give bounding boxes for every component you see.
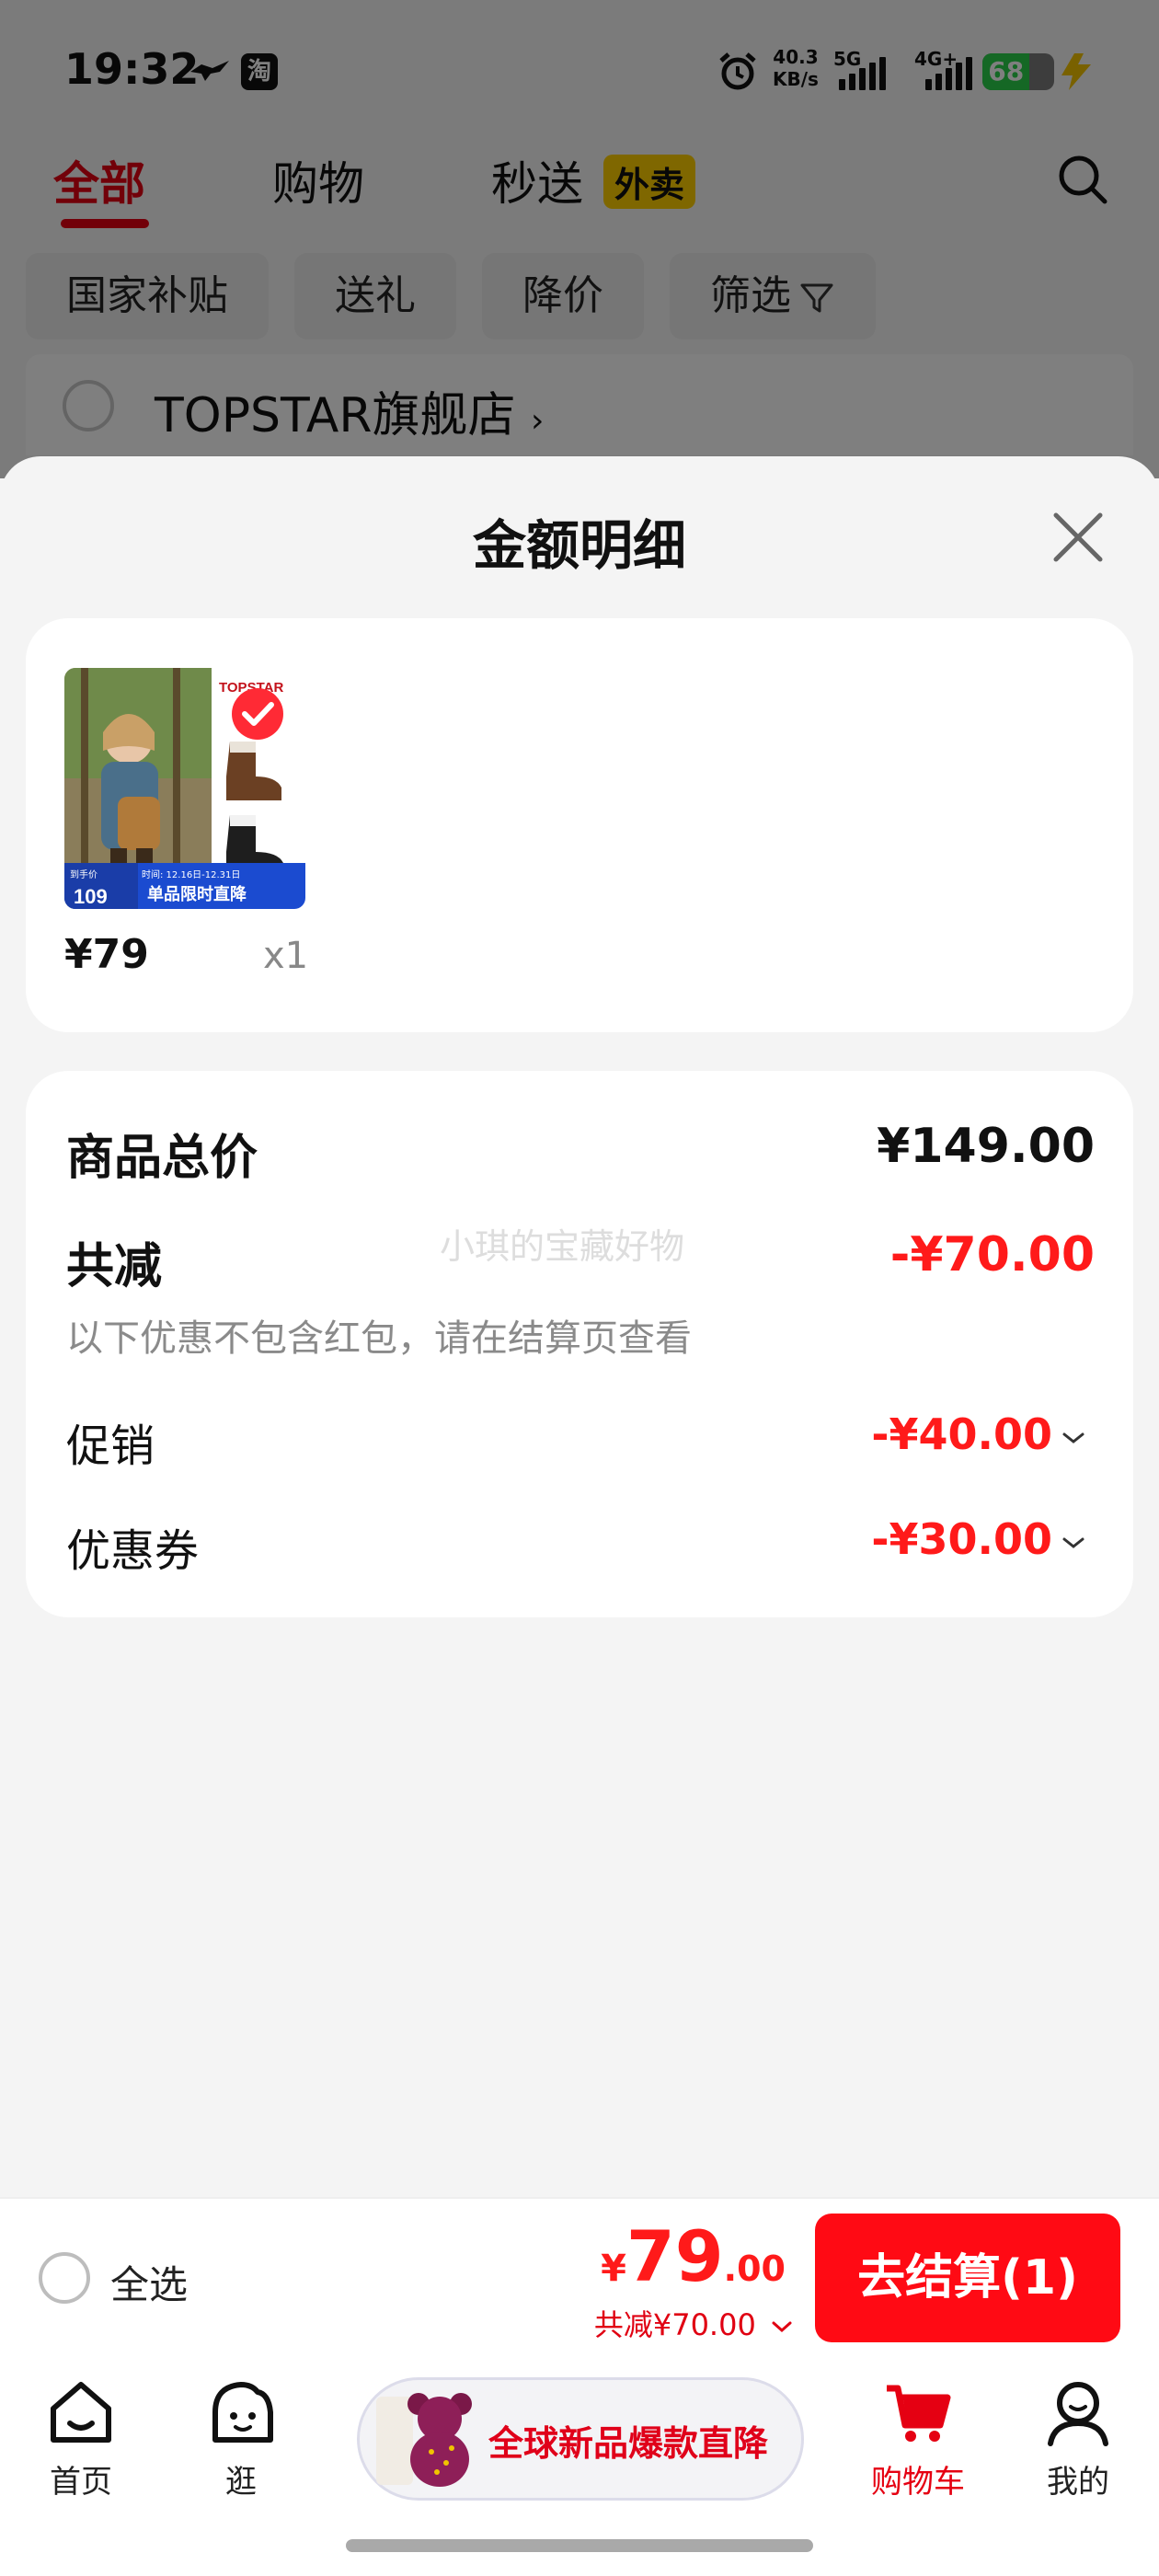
svg-text:109: 109: [74, 885, 108, 908]
chevron-down-icon: [1062, 1432, 1084, 1443]
close-icon[interactable]: [1045, 504, 1111, 570]
sheet-title: 金额明细: [472, 514, 686, 577]
saved-amount-toggle[interactable]: 共减¥70.00: [594, 2302, 793, 2344]
tab-home[interactable]: 首页: [17, 2375, 145, 2501]
price-detail-sheet: 金额明细 TOPSTAR 到手价 109 时间: 12.16日-12.31日 单…: [0, 456, 1159, 2197]
discount-label: 共减: [66, 1239, 163, 1294]
coupon-row-toggle[interactable]: -¥30.00: [871, 1514, 1085, 1564]
price-breakdown-card: 小琪的宝藏好物 商品总价 ¥149.00 共减 -¥70.00 以下优惠不包含红…: [26, 1071, 1133, 1617]
tab-cart-label: 购物车: [871, 2464, 965, 2501]
total-price-value: ¥149.00: [877, 1119, 1095, 1174]
browse-face-icon: [212, 2382, 273, 2443]
product-thumbnail[interactable]: TOPSTAR 到手价 109 时间: 12.16日-12.31日 单品限时直降: [64, 668, 305, 909]
user-icon: [1048, 2382, 1108, 2446]
dim-overlay[interactable]: [0, 0, 1159, 478]
svg-text:时间: 12.16日-12.31日: 时间: 12.16日-12.31日: [142, 868, 240, 880]
cart-icon: [887, 2385, 951, 2442]
teddy-bear-icon: [376, 2393, 472, 2487]
coupon-value: -¥30.00: [871, 1514, 1052, 1564]
tab-mine[interactable]: 我的: [1014, 2375, 1142, 2501]
checkout-button[interactable]: 去结算(1): [815, 2214, 1120, 2342]
promo-banner[interactable]: 全球新品爆款直降: [357, 2377, 804, 2501]
total-price-label: 商品总价: [66, 1131, 258, 1186]
item-card: TOPSTAR 到手价 109 时间: 12.16日-12.31日 单品限时直降…: [26, 618, 1133, 1032]
tab-mine-label: 我的: [1047, 2464, 1109, 2501]
coupon-label: 优惠券: [66, 1525, 200, 1577]
home-indicator: [346, 2539, 813, 2552]
bottom-tab-bar: 首页 逛 全球新品爆款直降 购物车 我的: [0, 2359, 1159, 2576]
chevron-down-icon: [1062, 1537, 1084, 1548]
promotion-label: 促销: [66, 1420, 155, 1472]
item-price: ¥79: [64, 931, 149, 978]
chevron-down-icon: [772, 2321, 792, 2333]
total-amount: ¥79.00: [601, 2215, 786, 2297]
tab-browse[interactable]: 逛: [177, 2375, 305, 2501]
saved-amount: 共减¥70.00: [593, 2307, 756, 2342]
item-quantity: x1: [263, 935, 309, 977]
background-page: 19:32 淘 40.3KB/s 5G 4G+ 68 全部 购物 秒送 外卖 国…: [0, 0, 1159, 478]
svg-text:到手价: 到手价: [70, 868, 98, 880]
tab-home-label: 首页: [50, 2464, 112, 2501]
promotion-row-toggle[interactable]: -¥40.00: [871, 1409, 1085, 1459]
home-icon: [51, 2382, 111, 2443]
select-all-label[interactable]: 全选: [110, 2254, 188, 2310]
promotion-value: -¥40.00: [871, 1409, 1052, 1459]
product-image: TOPSTAR 到手价 109 时间: 12.16日-12.31日 单品限时直降: [64, 668, 305, 909]
svg-text:单品限时直降: 单品限时直降: [147, 884, 247, 904]
select-all-radio[interactable]: [39, 2252, 90, 2304]
promo-banner-text: 全球新品爆款直降: [488, 2423, 769, 2464]
watermark: 小琪的宝藏好物: [440, 1226, 685, 1267]
tab-cart[interactable]: 购物车: [854, 2375, 982, 2501]
discount-value: -¥70.00: [889, 1227, 1095, 1282]
tab-browse-label: 逛: [225, 2464, 257, 2501]
checkout-bar: 全选 ¥79.00 共减¥70.00 去结算(1): [0, 2197, 1159, 2359]
discount-note: 以下优惠不包含红包，请在结算页查看: [66, 1317, 692, 1360]
